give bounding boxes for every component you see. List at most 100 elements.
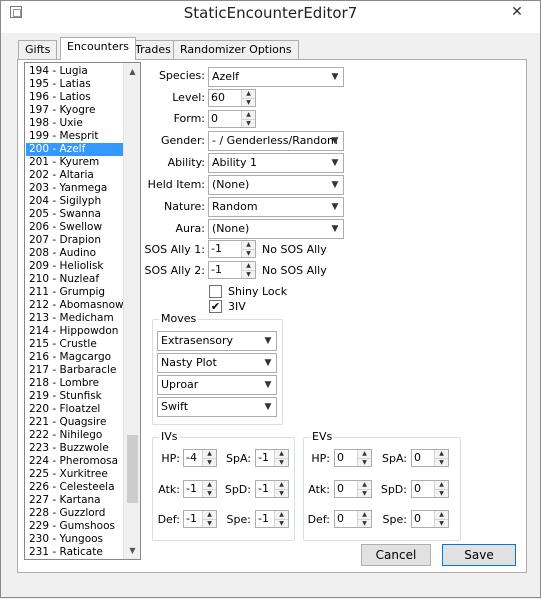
iv-atk-spinner[interactable]: ▲ ▼ <box>202 481 216 497</box>
ev-spa-numeric[interactable]: 0 ▲ ▼ <box>411 449 449 467</box>
list-item[interactable]: 209 - Heliolisk <box>26 260 123 273</box>
spin-up-icon[interactable]: ▲ <box>275 450 288 458</box>
ev-def-numeric[interactable]: 0 ▲ ▼ <box>334 510 372 528</box>
move-2-combobox[interactable]: Nasty Plot ▼ <box>157 353 277 373</box>
move-3-combobox[interactable]: Uproar ▼ <box>157 375 277 395</box>
held-item-combobox[interactable]: (None) ▼ <box>208 175 344 195</box>
list-item[interactable]: 219 - Stunfisk <box>26 390 123 403</box>
list-item[interactable]: 197 - Kyogre <box>26 104 123 117</box>
list-item[interactable]: 214 - Hippowdon <box>26 325 123 338</box>
spin-up-icon[interactable]: ▲ <box>435 511 448 519</box>
iv-spe-spinner[interactable]: ▲ ▼ <box>274 511 288 527</box>
list-item[interactable]: 207 - Drapion <box>26 234 123 247</box>
list-item[interactable]: 231 - Raticate <box>26 546 123 559</box>
iv-atk-numeric[interactable]: -1 ▲ ▼ <box>183 480 217 498</box>
ev-spd-numeric[interactable]: 0 ▲ ▼ <box>411 480 449 498</box>
level-numeric[interactable]: 60 ▲ ▼ <box>208 89 256 107</box>
list-item[interactable]: 201 - Kyurem <box>26 156 123 169</box>
list-item[interactable]: 200 - Azelf <box>26 143 123 156</box>
list-item[interactable]: 204 - Sigilyph <box>26 195 123 208</box>
list-item[interactable]: 206 - Swellow <box>26 221 123 234</box>
list-item[interactable]: 218 - Lombre <box>26 377 123 390</box>
list-item[interactable]: 196 - Latios <box>26 91 123 104</box>
list-item[interactable]: 208 - Audino <box>26 247 123 260</box>
spin-up-icon[interactable]: ▲ <box>435 481 448 489</box>
list-item[interactable]: 213 - Medicham <box>26 312 123 325</box>
ev-def-spinner[interactable]: ▲ ▼ <box>357 511 371 527</box>
list-item[interactable]: 210 - Nuzleaf <box>26 273 123 286</box>
ability-combobox[interactable]: Ability 1 ▼ <box>208 153 344 173</box>
iv-hp-numeric[interactable]: -4 ▲ ▼ <box>183 449 217 467</box>
form-numeric[interactable]: 0 ▲ ▼ <box>208 110 256 128</box>
list-scrollbar[interactable]: ▲ ▼ <box>123 63 140 559</box>
spin-up-icon[interactable]: ▲ <box>358 481 371 489</box>
spin-up-icon[interactable]: ▲ <box>358 511 371 519</box>
iv-spa-numeric[interactable]: -1 ▲ ▼ <box>255 449 289 467</box>
scroll-down-arrow-icon[interactable]: ▼ <box>124 542 140 559</box>
form-spinner[interactable]: ▲ ▼ <box>241 111 255 127</box>
move-4-combobox[interactable]: Swift ▼ <box>157 397 277 417</box>
spin-up-icon[interactable]: ▲ <box>242 241 255 249</box>
shiny-lock-checkbox[interactable] <box>209 285 222 298</box>
spin-up-icon[interactable]: ▲ <box>242 90 255 98</box>
list-item[interactable]: 228 - Guzzlord <box>26 507 123 520</box>
save-button[interactable]: Save <box>442 544 516 566</box>
list-item[interactable]: 229 - Gumshoos <box>26 520 123 533</box>
spin-down-icon[interactable]: ▼ <box>203 519 216 527</box>
list-item[interactable]: 227 - Kartana <box>26 494 123 507</box>
ev-hp-spinner[interactable]: ▲ ▼ <box>357 450 371 466</box>
spin-up-icon[interactable]: ▲ <box>203 511 216 519</box>
list-item[interactable]: 223 - Buzzwole <box>26 442 123 455</box>
spin-down-icon[interactable]: ▼ <box>242 270 255 278</box>
spin-up-icon[interactable]: ▲ <box>275 511 288 519</box>
iv-spe-numeric[interactable]: -1 ▲ ▼ <box>255 510 289 528</box>
ev-hp-numeric[interactable]: 0 ▲ ▼ <box>334 449 372 467</box>
ev-spe-spinner[interactable]: ▲ ▼ <box>434 511 448 527</box>
iv-spd-spinner[interactable]: ▲ ▼ <box>274 481 288 497</box>
sos-ally-2-spinner[interactable]: ▲ ▼ <box>241 262 255 278</box>
list-item[interactable]: 205 - Swanna <box>26 208 123 221</box>
list-item[interactable]: 221 - Quagsire <box>26 416 123 429</box>
tab-encounters[interactable]: Encounters <box>60 37 136 60</box>
spin-down-icon[interactable]: ▼ <box>358 458 371 466</box>
spin-down-icon[interactable]: ▼ <box>242 119 255 127</box>
cancel-button[interactable]: Cancel <box>361 544 431 566</box>
tab-randomizer-options[interactable]: Randomizer Options <box>173 40 299 59</box>
list-item[interactable]: 222 - Nihilego <box>26 429 123 442</box>
scroll-thumb[interactable] <box>127 435 138 503</box>
scroll-up-arrow-icon[interactable]: ▲ <box>124 63 140 80</box>
sos-ally-1-numeric[interactable]: -1 ▲ ▼ <box>208 240 256 258</box>
list-item[interactable]: 217 - Barbaracle <box>26 364 123 377</box>
list-item[interactable]: 216 - Magcargo <box>26 351 123 364</box>
iv-spd-numeric[interactable]: -1 ▲ ▼ <box>255 480 289 498</box>
spin-down-icon[interactable]: ▼ <box>358 519 371 527</box>
ev-spa-spinner[interactable]: ▲ ▼ <box>434 450 448 466</box>
ev-spe-numeric[interactable]: 0 ▲ ▼ <box>411 510 449 528</box>
sos-ally-2-numeric[interactable]: -1 ▲ ▼ <box>208 261 256 279</box>
spin-down-icon[interactable]: ▼ <box>275 519 288 527</box>
spin-down-icon[interactable]: ▼ <box>435 519 448 527</box>
tab-gifts[interactable]: Gifts <box>18 40 58 59</box>
ev-atk-numeric[interactable]: 0 ▲ ▼ <box>334 480 372 498</box>
iv-hp-spinner[interactable]: ▲ ▼ <box>202 450 216 466</box>
aura-combobox[interactable]: (None) ▼ <box>208 219 344 239</box>
ev-atk-spinner[interactable]: ▲ ▼ <box>357 481 371 497</box>
list-item[interactable]: 194 - Lugia <box>26 65 123 78</box>
spin-down-icon[interactable]: ▼ <box>203 489 216 497</box>
spin-up-icon[interactable]: ▲ <box>358 450 371 458</box>
list-item[interactable]: 226 - Celesteela <box>26 481 123 494</box>
list-item[interactable]: 199 - Mesprit <box>26 130 123 143</box>
species-combobox[interactable]: Azelf ▼ <box>208 67 344 87</box>
spin-up-icon[interactable]: ▲ <box>242 111 255 119</box>
ev-spd-spinner[interactable]: ▲ ▼ <box>434 481 448 497</box>
gender-combobox[interactable]: - / Genderless/Random ▼ <box>208 131 344 151</box>
list-item[interactable]: 195 - Latias <box>26 78 123 91</box>
spin-down-icon[interactable]: ▼ <box>435 458 448 466</box>
spin-down-icon[interactable]: ▼ <box>242 98 255 106</box>
title-bar[interactable]: StaticEncounterEditor7 ✕ <box>1 1 540 33</box>
encounter-listbox[interactable]: 194 - Lugia 195 - Latias 196 - Latios 197 -… <box>24 62 141 560</box>
list-item[interactable]: 212 - Abomasnow <box>26 299 124 312</box>
level-spinner[interactable]: ▲ ▼ <box>241 90 255 106</box>
move-1-combobox[interactable]: Extrasensory ▼ <box>157 331 277 351</box>
close-button[interactable]: ✕ <box>494 1 540 23</box>
